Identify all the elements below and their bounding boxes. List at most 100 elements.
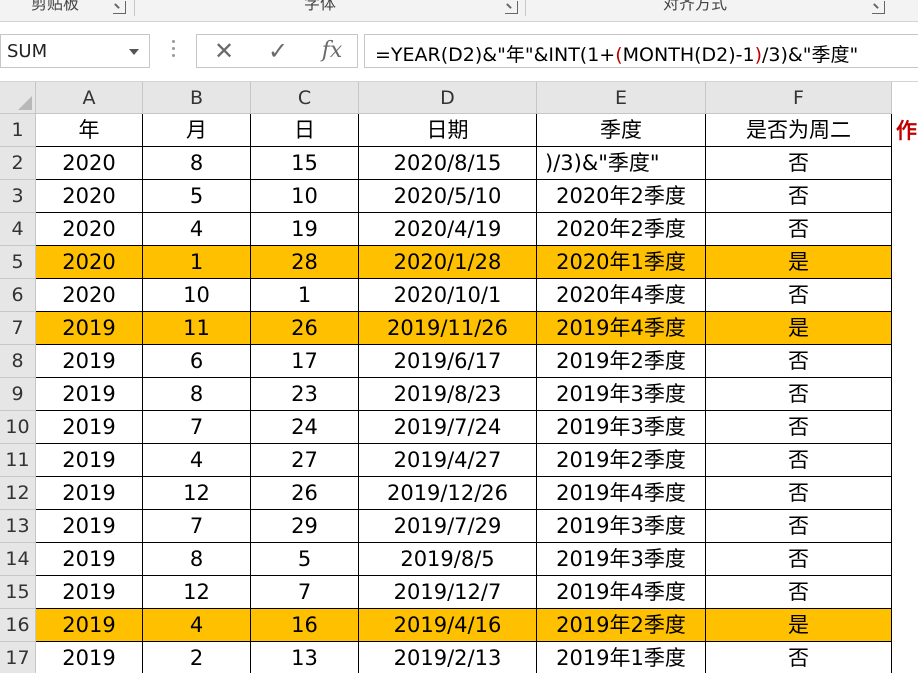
name-box[interactable]: SUM <box>0 34 150 68</box>
font-launcher-icon[interactable] <box>505 1 518 14</box>
cell-e4[interactable]: 2020年2季度 <box>537 213 706 246</box>
row-header[interactable]: 14 <box>0 543 36 576</box>
cell-c8[interactable]: 17 <box>251 345 359 378</box>
resize-handle-icon[interactable] <box>172 40 176 62</box>
cell-c2[interactable]: 15 <box>251 147 359 180</box>
cell-b14[interactable]: 8 <box>143 543 251 576</box>
row-header[interactable]: 9 <box>0 378 36 411</box>
row-header[interactable]: 4 <box>0 213 36 246</box>
cell-d8[interactable]: 2019/6/17 <box>359 345 537 378</box>
cell-e1[interactable]: 季度 <box>537 114 706 147</box>
cell-b1[interactable]: 月 <box>143 114 251 147</box>
cell-c11[interactable]: 27 <box>251 444 359 477</box>
insert-function-icon[interactable]: fx <box>305 35 359 67</box>
cell-c10[interactable]: 24 <box>251 411 359 444</box>
column-header-a[interactable]: A <box>36 82 143 114</box>
cell-c17[interactable]: 13 <box>251 642 359 673</box>
alignment-launcher-icon[interactable] <box>872 1 885 14</box>
cell-d4[interactable]: 2020/4/19 <box>359 213 537 246</box>
cell-b13[interactable]: 7 <box>143 510 251 543</box>
cancel-icon[interactable]: ✕ <box>197 35 251 67</box>
column-header-d[interactable]: D <box>359 82 537 114</box>
cell-b7[interactable]: 11 <box>143 312 251 345</box>
cell-a7[interactable]: 2019 <box>36 312 143 345</box>
cell-f4[interactable]: 否 <box>706 213 892 246</box>
cell-c1[interactable]: 日 <box>251 114 359 147</box>
cell-d3[interactable]: 2020/5/10 <box>359 180 537 213</box>
row-header[interactable]: 7 <box>0 312 36 345</box>
cell-e7[interactable]: 2019年4季度 <box>537 312 706 345</box>
cell-b3[interactable]: 5 <box>143 180 251 213</box>
column-header-e[interactable]: E <box>537 82 706 114</box>
cell-c9[interactable]: 23 <box>251 378 359 411</box>
row-header[interactable]: 13 <box>0 510 36 543</box>
row-header[interactable]: 17 <box>0 642 36 673</box>
cell-a5[interactable]: 2020 <box>36 246 143 279</box>
row-header[interactable]: 1 <box>0 114 36 147</box>
cell-d1[interactable]: 日期 <box>359 114 537 147</box>
row-header[interactable]: 15 <box>0 576 36 609</box>
cell-b17[interactable]: 2 <box>143 642 251 673</box>
cell-e10[interactable]: 2019年3季度 <box>537 411 706 444</box>
cell-e17[interactable]: 2019年1季度 <box>537 642 706 673</box>
row-header[interactable]: 16 <box>0 609 36 642</box>
cell-a8[interactable]: 2019 <box>36 345 143 378</box>
cell-f2[interactable]: 否 <box>706 147 892 180</box>
formula-input[interactable]: =YEAR(D2)&"年"&INT(1+(MONTH(D2)-1)/3)&"季度… <box>364 34 918 68</box>
cell-f17[interactable]: 否 <box>706 642 892 673</box>
cell-b10[interactable]: 7 <box>143 411 251 444</box>
cell-e14[interactable]: 2019年3季度 <box>537 543 706 576</box>
cell-f5[interactable]: 是 <box>706 246 892 279</box>
cell-e3[interactable]: 2020年2季度 <box>537 180 706 213</box>
column-header-c[interactable]: C <box>251 82 359 114</box>
cell-a12[interactable]: 2019 <box>36 477 143 510</box>
cell-d5[interactable]: 2020/1/28 <box>359 246 537 279</box>
cell-d13[interactable]: 2019/7/29 <box>359 510 537 543</box>
cell-f16[interactable]: 是 <box>706 609 892 642</box>
cell-b6[interactable]: 10 <box>143 279 251 312</box>
row-header[interactable]: 11 <box>0 444 36 477</box>
cell-d11[interactable]: 2019/4/27 <box>359 444 537 477</box>
cell-b11[interactable]: 4 <box>143 444 251 477</box>
cell-a17[interactable]: 2019 <box>36 642 143 673</box>
cell-f13[interactable]: 否 <box>706 510 892 543</box>
cell-e16[interactable]: 2019年2季度 <box>537 609 706 642</box>
cell-a9[interactable]: 2019 <box>36 378 143 411</box>
cell-e6[interactable]: 2020年4季度 <box>537 279 706 312</box>
cell-c3[interactable]: 10 <box>251 180 359 213</box>
cell-a14[interactable]: 2019 <box>36 543 143 576</box>
cell-c13[interactable]: 29 <box>251 510 359 543</box>
select-all-corner[interactable] <box>0 82 36 114</box>
cell-d15[interactable]: 2019/12/7 <box>359 576 537 609</box>
cell-a13[interactable]: 2019 <box>36 510 143 543</box>
cell-e5[interactable]: 2020年1季度 <box>537 246 706 279</box>
cell-f8[interactable]: 否 <box>706 345 892 378</box>
cell-a10[interactable]: 2019 <box>36 411 143 444</box>
cell-e11[interactable]: 2019年2季度 <box>537 444 706 477</box>
chevron-down-icon[interactable] <box>129 49 139 55</box>
cell-b9[interactable]: 8 <box>143 378 251 411</box>
column-header-b[interactable]: B <box>143 82 251 114</box>
cell-b16[interactable]: 4 <box>143 609 251 642</box>
cell-d17[interactable]: 2019/2/13 <box>359 642 537 673</box>
cell-f10[interactable]: 否 <box>706 411 892 444</box>
cell-f7[interactable]: 是 <box>706 312 892 345</box>
cell-f9[interactable]: 否 <box>706 378 892 411</box>
cell-f11[interactable]: 否 <box>706 444 892 477</box>
cell-b5[interactable]: 1 <box>143 246 251 279</box>
cell-c15[interactable]: 7 <box>251 576 359 609</box>
cell-e2[interactable]: )/3)&"季度" <box>537 147 706 180</box>
cell-c7[interactable]: 26 <box>251 312 359 345</box>
cell-e8[interactable]: 2019年2季度 <box>537 345 706 378</box>
row-header[interactable]: 3 <box>0 180 36 213</box>
cell-f14[interactable]: 否 <box>706 543 892 576</box>
cell-c12[interactable]: 26 <box>251 477 359 510</box>
cell-a11[interactable]: 2019 <box>36 444 143 477</box>
cell-a3[interactable]: 2020 <box>36 180 143 213</box>
cell-b2[interactable]: 8 <box>143 147 251 180</box>
cell-d12[interactable]: 2019/12/26 <box>359 477 537 510</box>
cell-e12[interactable]: 2019年4季度 <box>537 477 706 510</box>
cell-e13[interactable]: 2019年3季度 <box>537 510 706 543</box>
cell-c5[interactable]: 28 <box>251 246 359 279</box>
cell-d7[interactable]: 2019/11/26 <box>359 312 537 345</box>
